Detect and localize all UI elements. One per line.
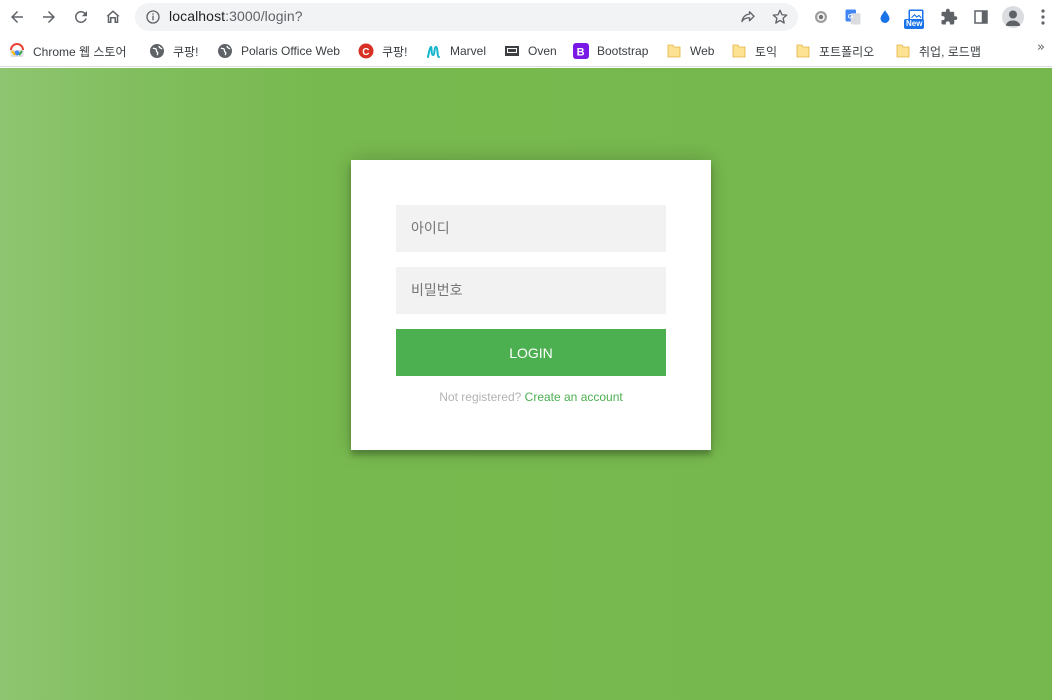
bookmarks-bar: Chrome 웹 스토어 쿠팡! Polaris Office Web C 쿠팡… xyxy=(0,35,1052,67)
globe-icon xyxy=(149,43,165,59)
id-input[interactable] xyxy=(396,205,666,252)
more-bookmarks-button[interactable]: » xyxy=(1037,40,1045,55)
arrow-left-icon xyxy=(11,11,23,23)
bookmark-folder-toeic[interactable]: 토익 xyxy=(731,41,777,61)
login-form: LOGIN Not registered? Create an account xyxy=(351,160,711,450)
arrow-right-icon xyxy=(43,11,55,23)
back-button[interactable] xyxy=(4,4,30,30)
bookmark-label: Oven xyxy=(528,44,557,58)
extension-settings-button[interactable] xyxy=(811,7,831,27)
bookmark-coupang-2[interactable]: C 쿠팡! xyxy=(358,41,407,61)
bookmark-chrome-web-store[interactable]: Chrome 웹 스토어 xyxy=(9,41,127,61)
address-bar[interactable]: localhost:3000/login? xyxy=(135,3,798,31)
bookmark-label: Web xyxy=(690,44,715,58)
folder-icon xyxy=(731,43,747,59)
browser-toolbar: localhost:3000/login? G New xyxy=(0,0,1052,35)
bootstrap-icon: B xyxy=(573,43,589,59)
url-host: localhost xyxy=(169,8,226,24)
bookmark-label: Marvel xyxy=(450,44,487,58)
home-button[interactable] xyxy=(100,4,126,30)
bookmark-folder-web[interactable]: Web xyxy=(666,41,714,61)
water-drop-extension-button[interactable] xyxy=(875,7,895,27)
new-extension-button[interactable]: New xyxy=(904,7,926,29)
bookmark-bootstrap[interactable]: B Bootstrap xyxy=(573,41,648,61)
login-button[interactable]: LOGIN xyxy=(396,329,666,376)
bookmark-folder-portfolio[interactable]: 포트폴리오 xyxy=(795,41,874,61)
register-prompt: Not registered? xyxy=(439,390,522,404)
folder-icon xyxy=(666,43,682,59)
bookmark-label: Polaris Office Web xyxy=(241,44,340,58)
bookmark-label: 토익 xyxy=(755,44,778,59)
bookmark-coupang-1[interactable]: 쿠팡! xyxy=(149,41,198,61)
bookmark-label: 취업, 로드맵 xyxy=(919,44,981,59)
folder-icon xyxy=(895,43,911,59)
profile-avatar[interactable] xyxy=(1002,6,1024,28)
bookmark-marvel[interactable]: Marvel xyxy=(426,41,486,61)
side-panel-button[interactable] xyxy=(971,7,991,27)
gear-extension-icon xyxy=(815,11,827,23)
chrome-web-store-icon xyxy=(9,43,25,59)
svg-text:B: B xyxy=(577,47,585,59)
bookmark-polaris-office-web[interactable]: Polaris Office Web xyxy=(217,41,340,61)
puzzle-icon xyxy=(941,8,958,25)
reload-icon xyxy=(74,10,87,23)
login-page: LOGIN Not registered? Create an account xyxy=(0,68,1052,700)
svg-text:G: G xyxy=(848,14,853,21)
bookmark-folder-career-roadmap[interactable]: 취업, 로드맵 xyxy=(895,41,981,61)
side-panel-icon xyxy=(974,10,988,24)
svg-text:C: C xyxy=(362,47,369,58)
bookmark-star-icon[interactable] xyxy=(771,8,789,26)
bookmark-oven[interactable]: Oven xyxy=(504,41,557,61)
water-drop-icon xyxy=(880,10,890,23)
reload-button[interactable] xyxy=(68,4,94,30)
bookmark-label: 포트폴리오 xyxy=(819,44,875,59)
google-translate-icon: G xyxy=(845,9,861,25)
home-icon xyxy=(106,10,120,23)
bookmark-label: 쿠팡! xyxy=(382,44,408,59)
bookmark-label: Chrome 웹 스토어 xyxy=(33,44,127,59)
forward-button[interactable] xyxy=(36,4,62,30)
url-path: :3000/login? xyxy=(225,8,303,24)
oven-icon xyxy=(504,43,520,59)
globe-icon xyxy=(217,43,233,59)
create-account-link[interactable]: Create an account xyxy=(525,390,623,404)
url-text[interactable]: localhost:3000/login? xyxy=(169,8,303,24)
password-input[interactable] xyxy=(396,267,666,314)
person-icon xyxy=(1005,10,1021,26)
new-badge: New xyxy=(904,19,925,29)
google-translate-button[interactable]: G xyxy=(843,7,863,27)
coupang-c-icon: C xyxy=(358,43,374,59)
share-icon[interactable] xyxy=(739,8,757,26)
info-icon[interactable] xyxy=(145,9,161,25)
marvel-icon xyxy=(426,43,442,59)
extensions-button[interactable] xyxy=(939,7,959,27)
menu-kebab-icon[interactable] xyxy=(1038,8,1048,26)
folder-icon xyxy=(795,43,811,59)
bookmark-label: 쿠팡! xyxy=(173,44,199,59)
register-message: Not registered? Create an account xyxy=(351,390,711,404)
bookmark-label: Bootstrap xyxy=(597,44,649,58)
